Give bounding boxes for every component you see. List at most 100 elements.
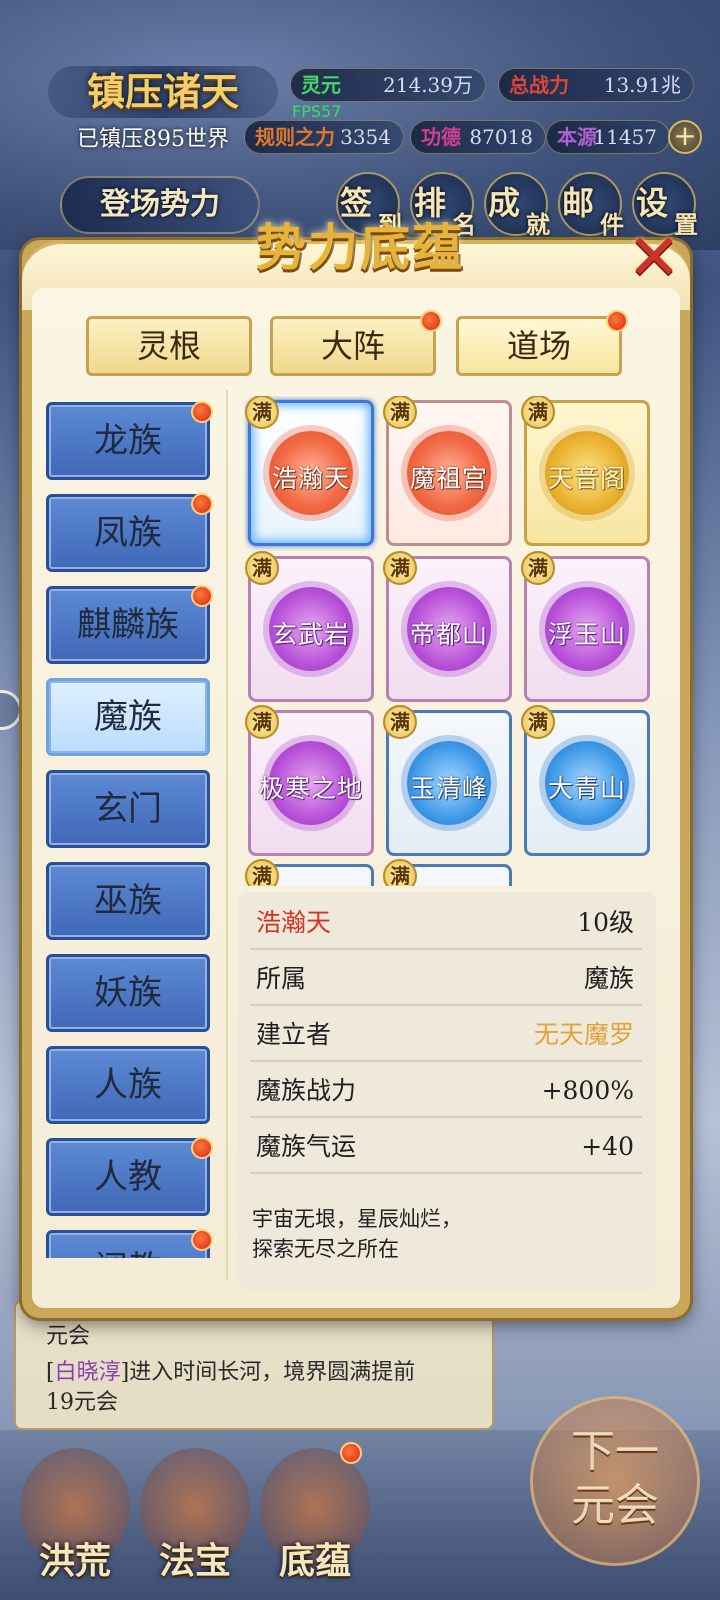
tribe-label: 龙族 bbox=[94, 421, 162, 461]
daochang-name: 玄武岩 bbox=[271, 620, 350, 649]
stat-value: 11457 bbox=[593, 125, 657, 149]
nav-label: 底蕴 bbox=[278, 1540, 351, 1582]
tribe-label: 人族 bbox=[94, 1065, 162, 1105]
mail-icon-button[interactable]: 邮件 bbox=[558, 172, 624, 239]
daochang-detail-panel: 浩瀚天 10级 所属 魔族 建立者 无天魔罗 魔族战力 +800% 魔族气运 +… bbox=[238, 892, 656, 1290]
modal-title: 势力底蕴 bbox=[256, 218, 464, 277]
tribe-item-xuanmen[interactable]: 玄门 bbox=[46, 770, 210, 848]
daochang-name: 大青山 bbox=[547, 774, 626, 803]
alert-dot bbox=[191, 1229, 213, 1251]
daochang-name: 浩瀚天 bbox=[271, 464, 350, 493]
alert-dot bbox=[191, 585, 213, 607]
tribe-item-ren[interactable]: 人族 bbox=[46, 1046, 210, 1124]
daochang-card[interactable]: 满 bbox=[245, 859, 374, 886]
close-icon[interactable]: ✕ bbox=[624, 226, 684, 290]
daochang-card[interactable]: 极寒之地 满 bbox=[245, 705, 374, 856]
tribe-item-renjiao[interactable]: 人教 bbox=[46, 1137, 213, 1216]
next-era-button[interactable]: 下一 元会 bbox=[530, 1396, 700, 1566]
stat-origin: 本源 11457 bbox=[546, 120, 670, 154]
icon-char: 邮 bbox=[562, 184, 595, 222]
tribe-label: 麒麟族 bbox=[77, 605, 179, 645]
max-level-badge: 满 bbox=[521, 705, 555, 739]
nav-label: 法宝 bbox=[158, 1540, 231, 1582]
stat-label: 总战力 bbox=[509, 73, 569, 97]
detail-row-power: 魔族战力 +800% bbox=[250, 1064, 642, 1118]
daochang-card[interactable]: 满 bbox=[383, 859, 512, 886]
stat-merit: 功德 87018 bbox=[410, 120, 546, 154]
daochang-card[interactable]: 浮玉山 满 bbox=[521, 551, 650, 702]
tribe-item-wu[interactable]: 巫族 bbox=[46, 862, 210, 940]
daochang-card[interactable]: 浩瀚天 满 bbox=[245, 396, 374, 546]
max-level-badge: 满 bbox=[245, 859, 279, 886]
tribe-item-mo[interactable]: 魔族 bbox=[46, 678, 210, 756]
tab-linggen[interactable]: 灵根 bbox=[86, 316, 252, 376]
detail-value: +40 bbox=[581, 1132, 634, 1161]
detail-value: 魔族 bbox=[583, 964, 634, 993]
log-bracket: [ bbox=[46, 1360, 55, 1385]
alert-dot bbox=[191, 401, 213, 423]
tribe-item-yao[interactable]: 妖族 bbox=[46, 954, 210, 1032]
daochang-card[interactable]: 天音阁 满 bbox=[521, 396, 650, 546]
detail-row-fortune: 魔族气运 +40 bbox=[250, 1120, 642, 1174]
tab-dazhen[interactable]: 大阵 bbox=[270, 316, 436, 376]
add-resource-button[interactable]: + bbox=[668, 120, 702, 154]
next-era-line1: 下一 bbox=[571, 1426, 659, 1477]
nav-fabao[interactable]: 法宝 bbox=[140, 1448, 250, 1582]
divider bbox=[226, 390, 228, 1280]
tab-daochang-alert-dot bbox=[606, 310, 628, 332]
log-line: 19元会 bbox=[46, 1390, 118, 1415]
stat-value: 13.91兆 bbox=[603, 73, 681, 97]
tribe-list[interactable]: 龙族 凤族 麒麟族 魔族 玄门 巫族 妖族 人族 人教 阐教 bbox=[44, 398, 214, 1258]
daochang-card[interactable]: 帝都山 满 bbox=[383, 551, 512, 702]
daochang-grid[interactable]: 浩瀚天 满 魔祖宫 满 天音阁 满 玄武岩 满 帝都山 满 浮玉山 满 极寒之地… bbox=[244, 396, 656, 886]
alert-dot bbox=[191, 1137, 213, 1159]
max-level-badge: 满 bbox=[245, 705, 279, 739]
max-level-badge: 满 bbox=[521, 396, 555, 429]
max-level-badge: 满 bbox=[245, 551, 279, 585]
icon-char: 件 bbox=[600, 210, 624, 239]
detail-key: 魔族战力 bbox=[256, 1076, 357, 1105]
detail-name: 浩瀚天 bbox=[256, 908, 332, 937]
tab-daochang[interactable]: 道场 bbox=[456, 316, 622, 376]
daochang-card[interactable]: 玉清峰 满 bbox=[383, 705, 512, 856]
stat-rule-power: 规则之力 3354 bbox=[244, 120, 404, 154]
stat-value: 87018 bbox=[469, 125, 533, 149]
tribe-label: 巫族 bbox=[94, 881, 162, 921]
alert-dot bbox=[191, 493, 213, 515]
daochang-card[interactable]: 玄武岩 满 bbox=[245, 551, 374, 702]
detail-level: 10级 bbox=[577, 908, 634, 937]
daochang-card[interactable]: 魔祖宫 满 bbox=[383, 396, 512, 546]
log-text: ]进入时间长河，境界圆满提前 bbox=[120, 1360, 416, 1385]
stat-label: 本源 bbox=[557, 125, 597, 149]
log-player-name: 白晓淳 bbox=[54, 1360, 121, 1385]
fps-counter: FPS57 bbox=[292, 102, 342, 121]
daochang-card[interactable]: 大青山 满 bbox=[521, 705, 650, 856]
tribe-item-chanjiao[interactable]: 阐教 bbox=[46, 1229, 213, 1258]
nav-diyun-alert-dot bbox=[340, 1442, 362, 1464]
daochang-name: 极寒之地 bbox=[258, 774, 363, 803]
daochang-name: 玉清峰 bbox=[409, 774, 488, 803]
tribe-item-long[interactable]: 龙族 bbox=[46, 401, 213, 480]
tribe-label: 阐教 bbox=[94, 1249, 162, 1258]
max-level-badge: 满 bbox=[383, 705, 417, 739]
side-drawer-handle[interactable] bbox=[0, 690, 22, 730]
nav-honghuang[interactable]: 洪荒 bbox=[20, 1448, 130, 1582]
log-line: 元会 bbox=[46, 1324, 91, 1349]
stat-label: 灵元 bbox=[301, 73, 341, 97]
detail-key: 建立者 bbox=[256, 1020, 332, 1049]
icon-char: 设 bbox=[636, 184, 669, 222]
detail-key: 魔族气运 bbox=[256, 1132, 357, 1161]
daochang-name: 天音阁 bbox=[547, 464, 626, 493]
tribe-item-qilin[interactable]: 麒麟族 bbox=[46, 585, 213, 664]
max-level-badge: 满 bbox=[383, 396, 417, 429]
stat-lingyuan: 灵元 214.39万 bbox=[290, 68, 486, 102]
max-level-badge: 满 bbox=[245, 396, 279, 429]
nav-diyun[interactable]: 底蕴 bbox=[260, 1448, 370, 1582]
tribe-item-feng[interactable]: 凤族 bbox=[46, 493, 213, 572]
stat-label: 规则之力 bbox=[255, 125, 335, 149]
next-era-line2: 元会 bbox=[571, 1480, 659, 1531]
detail-row-belongs: 所属 魔族 bbox=[250, 952, 642, 1006]
max-level-badge: 满 bbox=[383, 859, 417, 886]
stat-total-power: 总战力 13.91兆 bbox=[498, 68, 694, 102]
daochang-name: 帝都山 bbox=[409, 620, 488, 649]
